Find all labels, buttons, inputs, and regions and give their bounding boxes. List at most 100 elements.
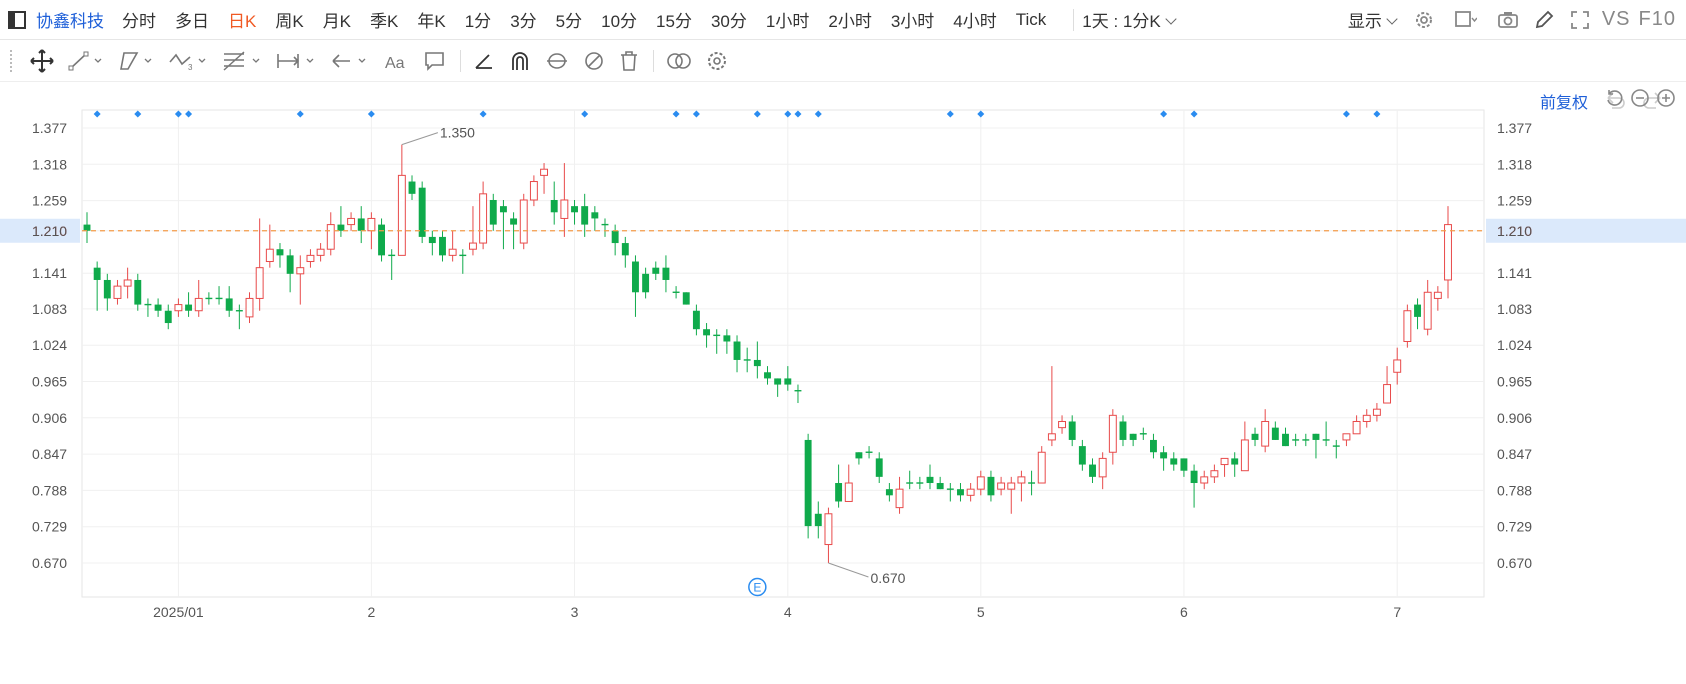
vs-button[interactable]: VS — [1602, 8, 1631, 31]
candle-body[interactable] — [662, 267, 670, 280]
event-marker-diamond[interactable] — [93, 110, 101, 118]
candle-body[interactable] — [469, 242, 477, 250]
f10-button[interactable]: F10 — [1639, 8, 1676, 31]
candle-body[interactable] — [510, 218, 518, 225]
candle-body[interactable] — [804, 439, 812, 527]
candle-body[interactable] — [357, 218, 365, 231]
timeframe-tab[interactable]: 月K — [323, 7, 351, 32]
timeframe-tab[interactable]: 1分 — [465, 7, 491, 32]
timeframe-tab[interactable]: 30分 — [711, 7, 747, 32]
event-marker-diamond[interactable] — [794, 110, 802, 118]
candle-body[interactable] — [1362, 414, 1371, 422]
panel-toggle-icon[interactable] — [8, 10, 26, 29]
text-tool-icon[interactable]: Aa — [384, 50, 410, 72]
candle-body[interactable] — [113, 285, 122, 299]
candle-body[interactable] — [347, 217, 356, 226]
event-marker-diamond[interactable] — [134, 110, 142, 118]
candle-body[interactable] — [835, 483, 843, 502]
camera-icon[interactable] — [1494, 6, 1522, 34]
candle-body[interactable] — [1200, 476, 1209, 484]
candle-body[interactable] — [875, 458, 883, 477]
candle-body[interactable] — [123, 279, 132, 287]
event-marker-diamond[interactable] — [784, 110, 792, 118]
measure-tool-icon[interactable] — [276, 50, 316, 72]
candle-body[interactable] — [1342, 433, 1351, 441]
arrow-tool-icon[interactable] — [330, 50, 370, 72]
candle-body[interactable] — [529, 181, 538, 201]
timeframe-tab[interactable]: 周K — [275, 7, 303, 32]
timeframe-tab[interactable]: 分时 — [122, 7, 156, 32]
candle-body[interactable] — [814, 513, 822, 527]
candle-body[interactable] — [723, 335, 731, 342]
candle-body[interactable] — [987, 476, 995, 496]
candle-body[interactable] — [174, 304, 183, 312]
candle-body[interactable] — [1372, 408, 1381, 416]
candle-body[interactable] — [621, 243, 629, 256]
candle-body[interactable] — [154, 304, 162, 311]
event-marker-diamond[interactable] — [814, 110, 822, 118]
candle-body[interactable] — [1271, 427, 1279, 440]
magnet-icon[interactable] — [509, 50, 531, 72]
candle-body[interactable] — [185, 304, 193, 311]
event-marker-diamond[interactable] — [977, 110, 985, 118]
candle-body[interactable] — [1251, 433, 1259, 440]
candle-body[interactable] — [1017, 476, 1026, 484]
event-marker-diamond[interactable] — [672, 110, 680, 118]
candle-body[interactable] — [1108, 414, 1117, 453]
candle-body[interactable] — [316, 248, 325, 256]
wave-tool-icon[interactable]: 3 — [168, 50, 208, 72]
event-marker-diamond[interactable] — [581, 110, 589, 118]
candle-body[interactable] — [774, 378, 782, 385]
candle-body[interactable] — [1150, 439, 1157, 453]
display-dropdown[interactable]: 显示 — [1348, 7, 1402, 32]
candle-body[interactable] — [194, 297, 203, 312]
candle-body[interactable] — [1220, 457, 1229, 466]
event-marker-diamond[interactable] — [174, 110, 182, 118]
candle-body[interactable] — [1403, 310, 1412, 343]
candle-body[interactable] — [642, 273, 650, 293]
fullscreen-icon[interactable] — [1566, 6, 1594, 34]
channel-tool-icon[interactable] — [118, 50, 154, 72]
candle-body[interactable] — [885, 489, 893, 496]
timeframe-tab[interactable]: 季K — [370, 7, 398, 32]
candle-body[interactable] — [540, 168, 549, 176]
candle-body[interactable] — [1037, 451, 1046, 484]
candle-body[interactable] — [519, 199, 528, 244]
timeframe-tab[interactable]: 15分 — [656, 7, 692, 32]
candle-body[interactable] — [1007, 482, 1016, 490]
timeframe-tab[interactable]: 10分 — [601, 7, 637, 32]
candle-body[interactable] — [489, 199, 497, 225]
candle-body[interactable] — [895, 488, 904, 509]
timeframe-tab[interactable]: 年K — [417, 7, 445, 32]
candle-body[interactable] — [764, 372, 771, 379]
trend-line-icon[interactable] — [68, 50, 104, 72]
candle-body[interactable] — [855, 452, 863, 459]
candle-body[interactable] — [632, 261, 639, 293]
candle-body[interactable] — [103, 279, 111, 299]
candle-body[interactable] — [286, 255, 294, 274]
timeframe-tab[interactable]: Tick — [1016, 10, 1047, 30]
event-marker-diamond[interactable] — [296, 110, 304, 118]
candle-body[interactable] — [448, 248, 457, 256]
candle-body[interactable] — [326, 224, 335, 250]
hide-drawings-icon[interactable] — [583, 50, 605, 72]
candle-body[interactable] — [1282, 433, 1289, 447]
event-marker-diamond[interactable] — [367, 110, 375, 118]
timeframe-tab[interactable]: 1小时 — [766, 7, 809, 32]
candle-body[interactable] — [134, 279, 142, 305]
candle-body[interactable] — [1231, 458, 1239, 465]
trash-icon[interactable] — [619, 50, 639, 72]
candle-body[interactable] — [560, 199, 569, 219]
event-marker-diamond[interactable] — [1190, 110, 1198, 118]
candle-body[interactable] — [1068, 421, 1076, 440]
candle-body[interactable] — [1414, 304, 1421, 317]
candle-body[interactable] — [733, 341, 741, 360]
fibonacci-tool-icon[interactable] — [222, 50, 262, 72]
candle-body[interactable] — [784, 378, 792, 385]
candle-body[interactable] — [265, 248, 274, 263]
timeframe-tab[interactable]: 5分 — [556, 7, 582, 32]
candle-body[interactable] — [164, 310, 172, 324]
candle-body[interactable] — [1078, 446, 1086, 465]
pencil-icon[interactable] — [1530, 6, 1558, 34]
candle-body[interactable] — [703, 329, 711, 336]
